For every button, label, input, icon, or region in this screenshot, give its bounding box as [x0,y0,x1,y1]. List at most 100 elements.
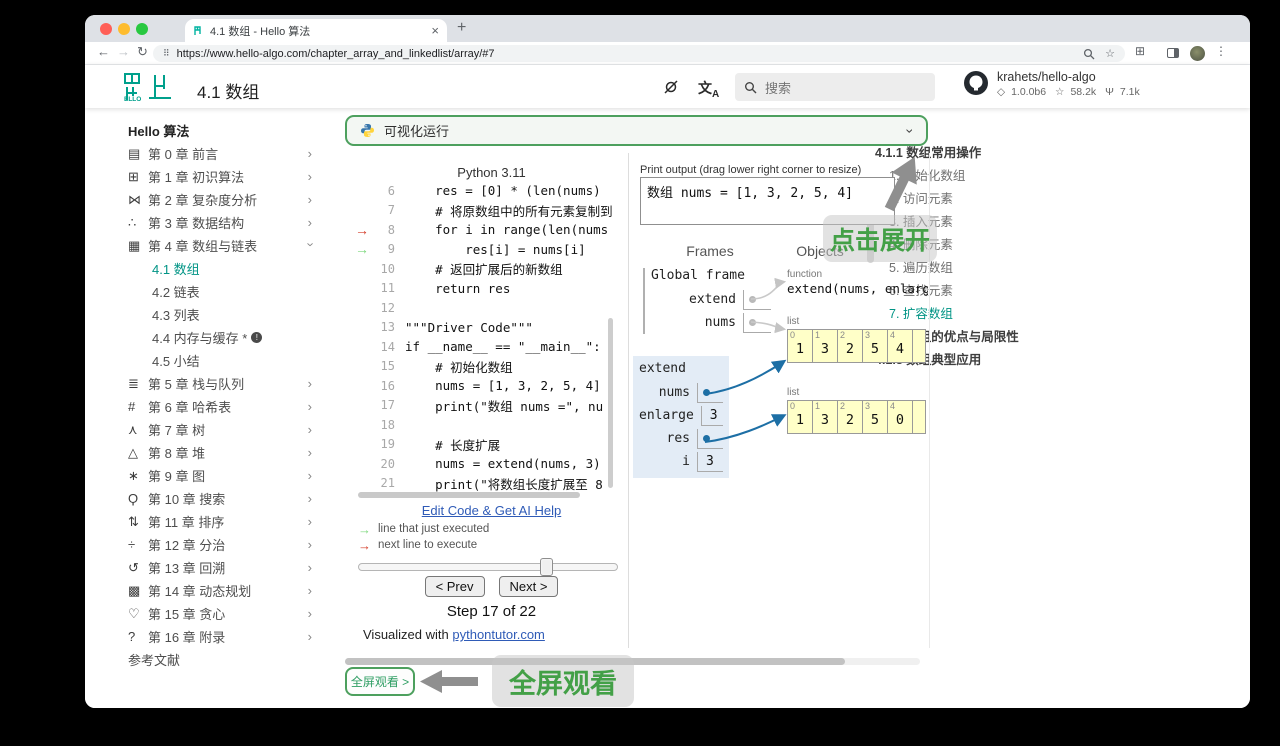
new-tab-button[interactable]: + [457,19,466,37]
sidebar-item[interactable]: ÷ 第 12 章 分治 › [128,533,314,556]
chevron-right-icon[interactable]: › [308,445,314,460]
code-text: nums = [1, 3, 2, 5, 4] [405,378,601,394]
page-title: 4.1 数组 [197,83,260,102]
chevron-right-icon[interactable]: › [308,192,314,207]
chevron-right-icon[interactable]: › [308,537,314,552]
sidebar-item[interactable]: 4.3 列表 [128,303,314,326]
sidebar-item[interactable]: 4.1 数组 [128,257,314,280]
chevron-right-icon[interactable]: › [308,583,314,598]
prev-step-button[interactable]: < Prev [424,576,485,597]
sidebar-item[interactable]: ? 第 16 章 附录 › [128,625,314,648]
chevron-right-icon[interactable]: › [308,422,314,437]
page-content: Hello 算法 ▤ 第 0 章 前言 › ⊞ 第 1 章 初识算法 › ⋈ 第 2 章 复杂… [85,108,1250,708]
reload-icon[interactable]: ↻ [137,44,148,60]
repo-version: 1.0.0b6 [1011,86,1047,98]
site-info-icon[interactable]: ⠿ [163,48,170,59]
chevron-right-icon[interactable]: › [308,629,314,644]
sidebar-item-label: 第 8 章 堆 [148,446,206,461]
list-cell: 22 [837,329,863,363]
code-text: for i in range(len(nums [405,222,609,238]
step-slider-track[interactable] [358,563,618,571]
sidebar-item[interactable]: ∴ 第 3 章 数据结构 › [128,211,314,234]
code-line: 15 # 初始化数组 [355,357,629,377]
sidebar-item[interactable]: 4.4 内存与缓存 *! [128,326,314,349]
search-input[interactable]: 搜索 [735,73,935,101]
browser-menu-icon[interactable]: ⋮ [1215,44,1227,58]
chapter-icon: ↺ [128,559,139,575]
sidebar-item[interactable]: ⊞ 第 1 章 初识算法 › [128,165,314,188]
sidebar-item[interactable]: Ϙ 第 10 章 搜索 › [128,487,314,510]
sidebar-title[interactable]: Hello 算法 [128,119,314,142]
hello-algo-logo[interactable]: ELLO [123,72,173,102]
chevron-down-icon[interactable]: › [303,242,318,248]
sidebar-item[interactable]: △ 第 8 章 堆 › [128,441,314,464]
zoom-icon[interactable] [1083,48,1095,60]
back-icon[interactable]: ← [97,44,110,59]
forward-icon[interactable]: → [117,44,130,59]
sidebar-item[interactable]: ≣ 第 5 章 栈与队列 › [128,372,314,395]
sidebar-item[interactable]: 4.2 链表 [128,280,314,303]
translate-icon[interactable]: 文A [698,78,719,100]
chevron-down-icon[interactable]: › [903,128,919,133]
side-panel-icon[interactable] [1167,48,1179,58]
chevron-right-icon[interactable]: › [308,169,314,184]
sidebar-item[interactable]: ⇅ 第 11 章 排序 › [128,510,314,533]
code-vertical-scrollbar[interactable] [608,318,613,488]
sidebar-item[interactable]: ▦ 第 4 章 数组与链表 › [128,234,318,257]
sidebar-item[interactable]: 参考文献 [128,648,314,671]
next-step-button[interactable]: Next > [498,576,559,597]
cell-index: 1 [815,330,821,340]
sidebar-item[interactable]: ▤ 第 0 章 前言 › [128,142,314,165]
chevron-right-icon[interactable]: › [308,468,314,483]
variable-value-cell [743,312,771,333]
sidebar-item-label: 第 14 章 动态规划 [148,584,252,599]
chevron-right-icon[interactable]: › [308,606,314,621]
zoom-window-button[interactable] [136,23,148,35]
tab-close-icon[interactable]: × [431,23,439,38]
variable-value-cell: 3 [697,451,723,472]
chapter-icon: ⋏ [128,421,138,437]
bookmark-star-icon[interactable]: ☆ [1105,47,1115,60]
chevron-right-icon[interactable]: › [308,399,314,414]
fullscreen-link[interactable]: 全屏观看 > [345,667,415,696]
theme-toggle-icon[interactable] [663,79,679,95]
chevron-right-icon[interactable]: › [308,514,314,529]
sidebar-item[interactable]: ⋏ 第 7 章 树 › [128,418,314,441]
chevron-right-icon[interactable]: › [308,376,314,391]
code-line: 6 res = [0] * (len(nums) [355,181,629,201]
chevron-right-icon[interactable]: › [308,560,314,575]
minimize-window-button[interactable] [118,23,130,35]
url-text[interactable]: https://www.hello-algo.com/chapter_array… [177,48,1074,60]
sidebar-item-label: 第 5 章 栈与队列 [148,377,245,392]
chevron-right-icon[interactable]: › [308,215,314,230]
github-repo-link[interactable]: krahets/hello-algo ◇ 1.0.0b6 ☆ 58.2k Ψ 7.1k [963,70,1146,98]
code-line: 21 print("将数组长度扩展至 8 [355,474,629,494]
chevron-right-icon[interactable]: › [308,146,314,161]
variable-value: 3 [706,453,714,469]
frame-variable-row: i3 [639,450,723,473]
variable-name: nums [658,385,690,400]
sidebar-item-label: 第 2 章 复杂度分析 [148,193,258,208]
pythontutor-link[interactable]: pythontutor.com [452,627,545,642]
browser-tab[interactable]: 4.1 数组 - Hello 算法 × [185,19,447,42]
sidebar-item[interactable]: ♡ 第 15 章 贪心 › [128,602,314,625]
code-text: print("数组 nums =", nu [405,398,604,414]
sidebar-item[interactable]: ▩ 第 14 章 动态规划 › [128,579,314,602]
sidebar-item[interactable]: ∗ 第 9 章 图 › [128,464,314,487]
code-horizontal-scrollbar[interactable] [358,492,580,498]
profile-avatar[interactable] [1190,46,1205,61]
address-bar[interactable]: ⠿ https://www.hello-algo.com/chapter_arr… [153,45,1125,62]
sidebar-item[interactable]: ⋈ 第 2 章 复杂度分析 › [128,188,314,211]
sidebar-item[interactable]: ↺ 第 13 章 回溯 › [128,556,314,579]
chevron-right-icon[interactable]: › [308,491,314,506]
star-icon: ☆ [1055,86,1065,98]
step-slider-thumb[interactable] [540,558,553,576]
sidebar-item[interactable]: 4.5 小结 [128,349,314,372]
sidebar-item[interactable]: # 第 6 章 哈希表 › [128,395,314,418]
extensions-icon[interactable]: ⊞ [1135,44,1145,58]
close-window-button[interactable] [100,23,112,35]
repo-forks: 7.1k [1119,86,1140,98]
edit-code-link[interactable]: Edit Code & Get AI Help [422,503,561,518]
cell-index: 2 [840,401,846,411]
viz-panel-toggle[interactable]: 可视化运行 › [345,115,928,146]
